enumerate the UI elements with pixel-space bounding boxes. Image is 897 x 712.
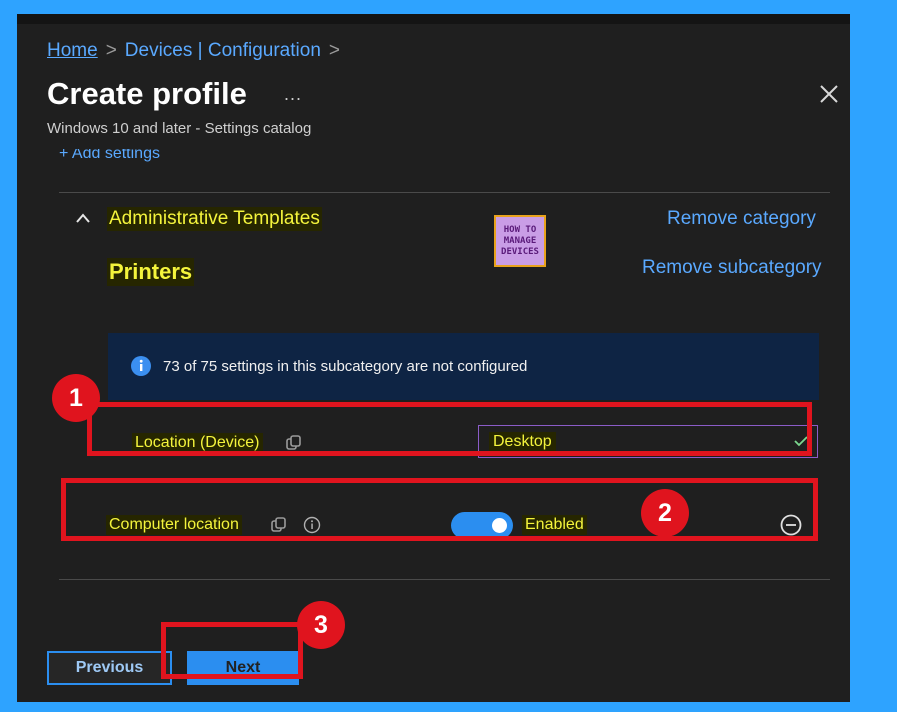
breadcrumb-devices-configuration-link[interactable]: Devices | Configuration [125,40,321,61]
category-title: Administrative Templates [107,207,322,231]
breadcrumb-separator: > [105,40,117,61]
info-banner-text: 73 of 75 settings in this subcategory ar… [163,358,528,375]
remove-category-link[interactable]: Remove category [667,208,816,230]
previous-button[interactable]: Previous [47,651,172,685]
logo-line: DEVICES [501,246,539,257]
breadcrumb: Home > Devices | Configuration > [47,40,348,62]
annotation-box-1 [87,402,812,456]
logo-line: HOW TO [503,224,537,235]
howto-manage-devices-logo: HOW TO MANAGE DEVICES [494,215,546,267]
top-strip [17,14,850,24]
annotation-badge-2: 2 [641,489,689,537]
add-settings-label: + Add settings [59,149,160,162]
annotation-badge-1: 1 [52,374,100,422]
page-subtitle: Windows 10 and later - Settings catalog [47,120,312,137]
subcategory-title: Printers [107,258,195,286]
chevron-up-icon[interactable] [75,212,91,224]
close-icon[interactable] [817,82,841,106]
divider [59,192,830,193]
divider [59,579,830,580]
annotation-box-3 [161,622,303,679]
info-banner: 73 of 75 settings in this subcategory ar… [108,333,819,400]
breadcrumb-separator: > [328,40,340,61]
page-title: Create profile [47,76,247,111]
breadcrumb-home-link[interactable]: Home [47,40,98,61]
more-options-button[interactable]: ... [284,84,302,105]
create-profile-panel: Home > Devices | Configuration > Create pro… [17,14,850,702]
logo-line: MANAGE [503,235,537,246]
info-icon [131,356,151,376]
annotation-box-2 [61,478,818,541]
add-settings-link[interactable]: + Add settings [59,149,160,163]
annotation-badge-3: 3 [297,601,345,649]
remove-subcategory-link[interactable]: Remove subcategory [642,257,822,279]
